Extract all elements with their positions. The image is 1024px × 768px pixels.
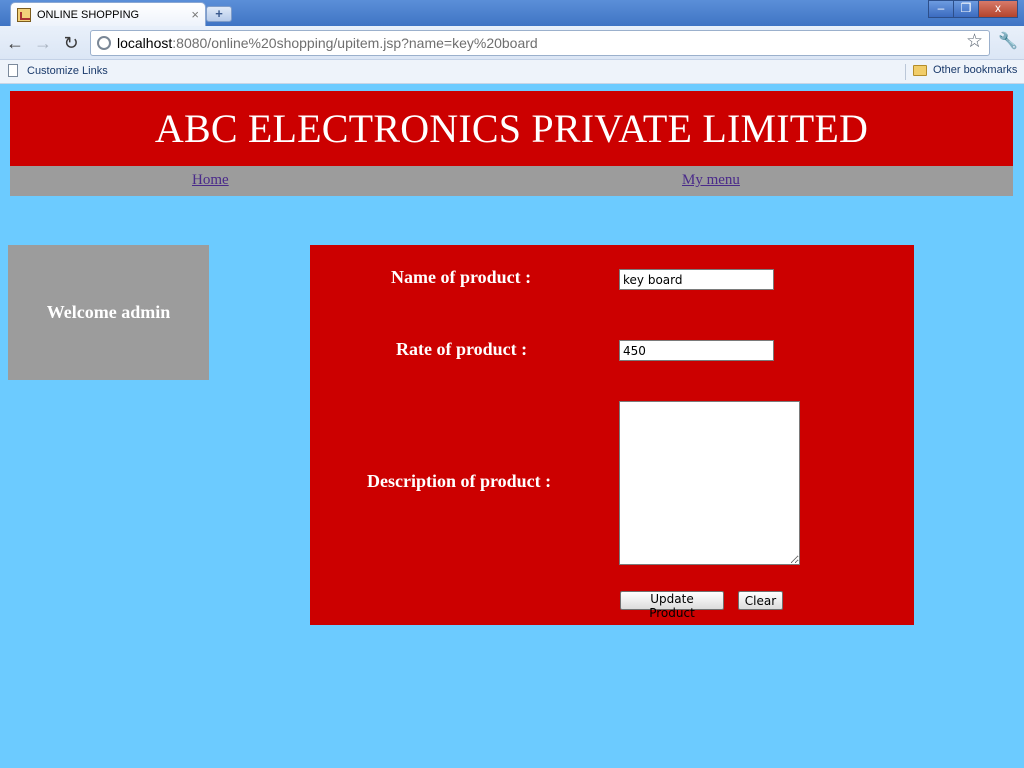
new-tab-button[interactable]: + [206, 6, 232, 22]
bookmarks-bar: Customize Links Other bookmarks [0, 60, 1024, 84]
globe-icon [97, 36, 111, 50]
welcome-panel: Welcome admin [8, 245, 209, 380]
url-host: localhost [117, 35, 173, 51]
welcome-text: Welcome admin [46, 302, 171, 322]
product-rate-label: Rate of product : [396, 339, 528, 359]
site-banner: ABC ELECTRONICS PRIVATE LIMITED [10, 91, 1013, 166]
forward-arrow-icon[interactable]: → [32, 32, 54, 54]
browser-tab[interactable]: ONLINE SHOPPING × [10, 2, 206, 26]
chart-favicon-icon [17, 7, 31, 22]
tab-close-icon[interactable]: × [191, 8, 199, 21]
browser-title-bar: ONLINE SHOPPING × + – ❐ x [0, 0, 1024, 26]
url-path: :8080/online%20shopping/upitem.jsp?name=… [172, 35, 538, 51]
product-rate-input[interactable] [619, 340, 774, 361]
tab-title: ONLINE SHOPPING [37, 8, 140, 21]
browser-toolbar: ← → ↻ localhost:8080/online%20shopping/u… [0, 26, 1024, 60]
bookmark-other-bookmarks[interactable]: Other bookmarks [913, 64, 1017, 76]
product-name-input[interactable] [619, 269, 774, 290]
product-description-label: Description of product : [367, 471, 552, 491]
bookmark-label: Customize Links [27, 64, 108, 77]
bookmark-label: Other bookmarks [933, 64, 1018, 76]
nav-link-home[interactable]: Home [192, 172, 229, 189]
nav-link-my-menu[interactable]: My menu [682, 172, 740, 189]
product-description-textarea[interactable] [619, 401, 800, 565]
clear-button[interactable]: Clear [738, 591, 783, 610]
folder-icon [913, 64, 927, 76]
bookmark-customize-links[interactable]: Customize Links [8, 64, 108, 77]
close-window-button[interactable]: x [978, 0, 1018, 18]
maximize-button[interactable]: ❐ [953, 0, 979, 18]
address-url[interactable]: localhost:8080/online%20shopping/upitem.… [117, 35, 538, 51]
bookmark-star-icon[interactable]: ☆ [966, 32, 983, 52]
product-name-label: Name of product : [391, 267, 532, 287]
reload-icon[interactable]: ↻ [60, 32, 82, 54]
update-product-button[interactable]: Update Product [620, 591, 724, 620]
update-product-form: Name of product : Rate of product : Desc… [310, 245, 914, 625]
site-title: ABC ELECTRONICS PRIVATE LIMITED [154, 106, 869, 151]
page-icon [8, 64, 18, 77]
site-nav: Home My menu [10, 166, 1013, 196]
back-arrow-icon[interactable]: ← [4, 32, 26, 54]
wrench-menu-icon[interactable]: 🔧 [998, 32, 1018, 52]
minimize-button[interactable]: – [928, 0, 954, 18]
address-bar[interactable]: localhost:8080/online%20shopping/upitem.… [90, 30, 990, 56]
bookmarks-divider [905, 64, 906, 80]
